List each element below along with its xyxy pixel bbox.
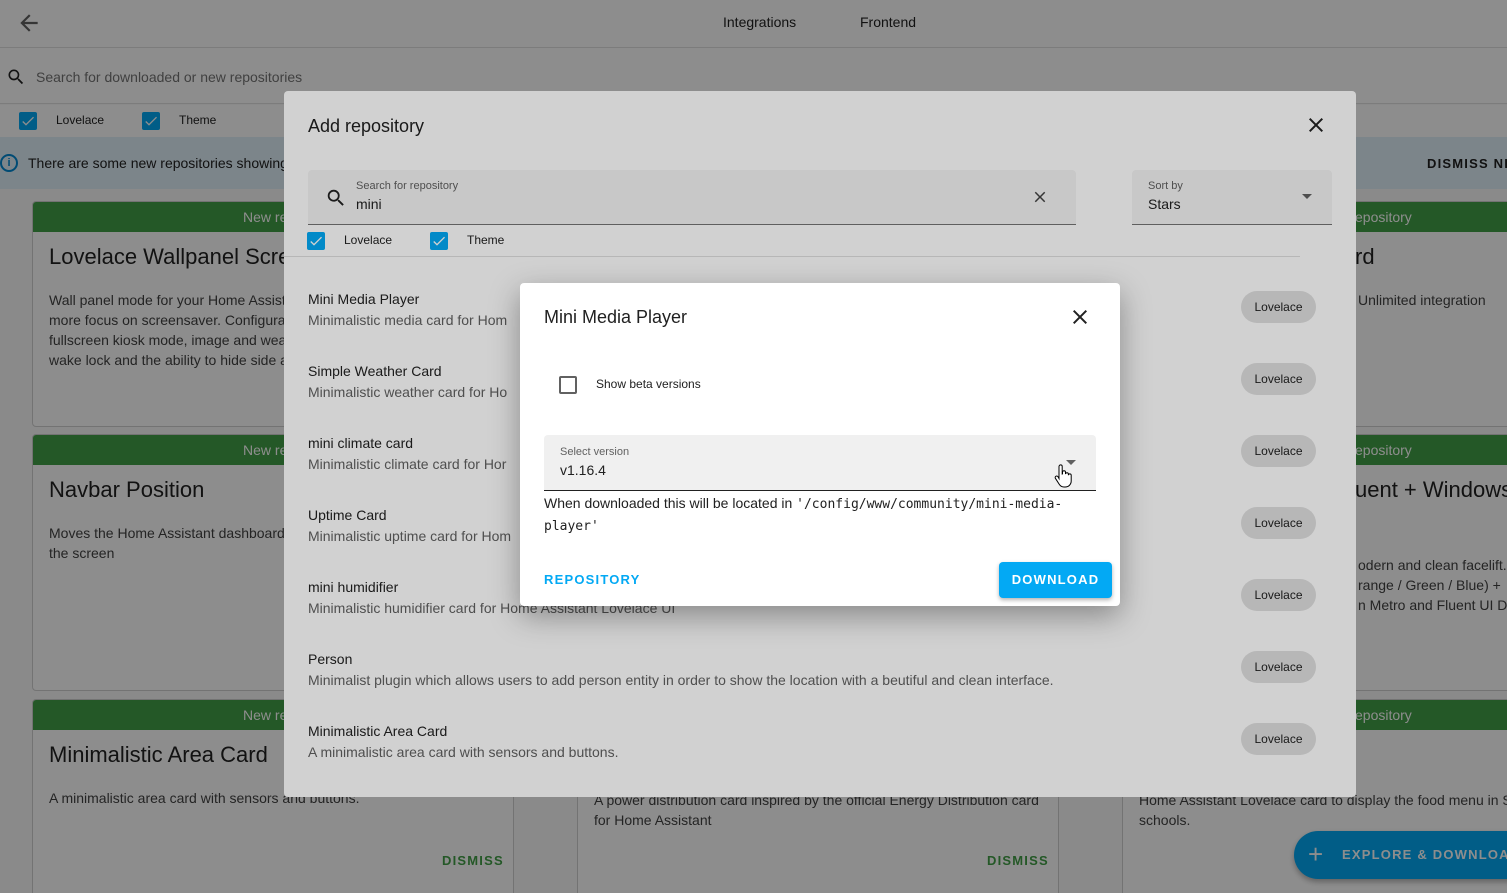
download-button[interactable]: DOWNLOAD — [999, 562, 1112, 598]
download-path: '/config/www/community/mini-media- — [796, 497, 1063, 512]
show-beta-checkbox[interactable] — [559, 376, 577, 394]
hand-cursor-icon — [1054, 464, 1072, 493]
close-icon[interactable] — [1068, 305, 1092, 329]
download-path-continued: player' — [544, 519, 599, 534]
repository-button[interactable]: REPOSITORY — [544, 572, 641, 587]
download-dialog: Mini Media Player Show beta versions Sel… — [520, 283, 1120, 606]
version-select-label: Select version — [560, 446, 630, 458]
dialog-title: Mini Media Player — [544, 307, 688, 327]
version-select[interactable]: Select version v1.16.4 — [544, 435, 1096, 491]
version-select-value: v1.16.4 — [560, 462, 606, 478]
show-beta-label: Show beta versions — [596, 377, 701, 391]
download-location-note: When downloaded this will be located in … — [544, 495, 1063, 534]
